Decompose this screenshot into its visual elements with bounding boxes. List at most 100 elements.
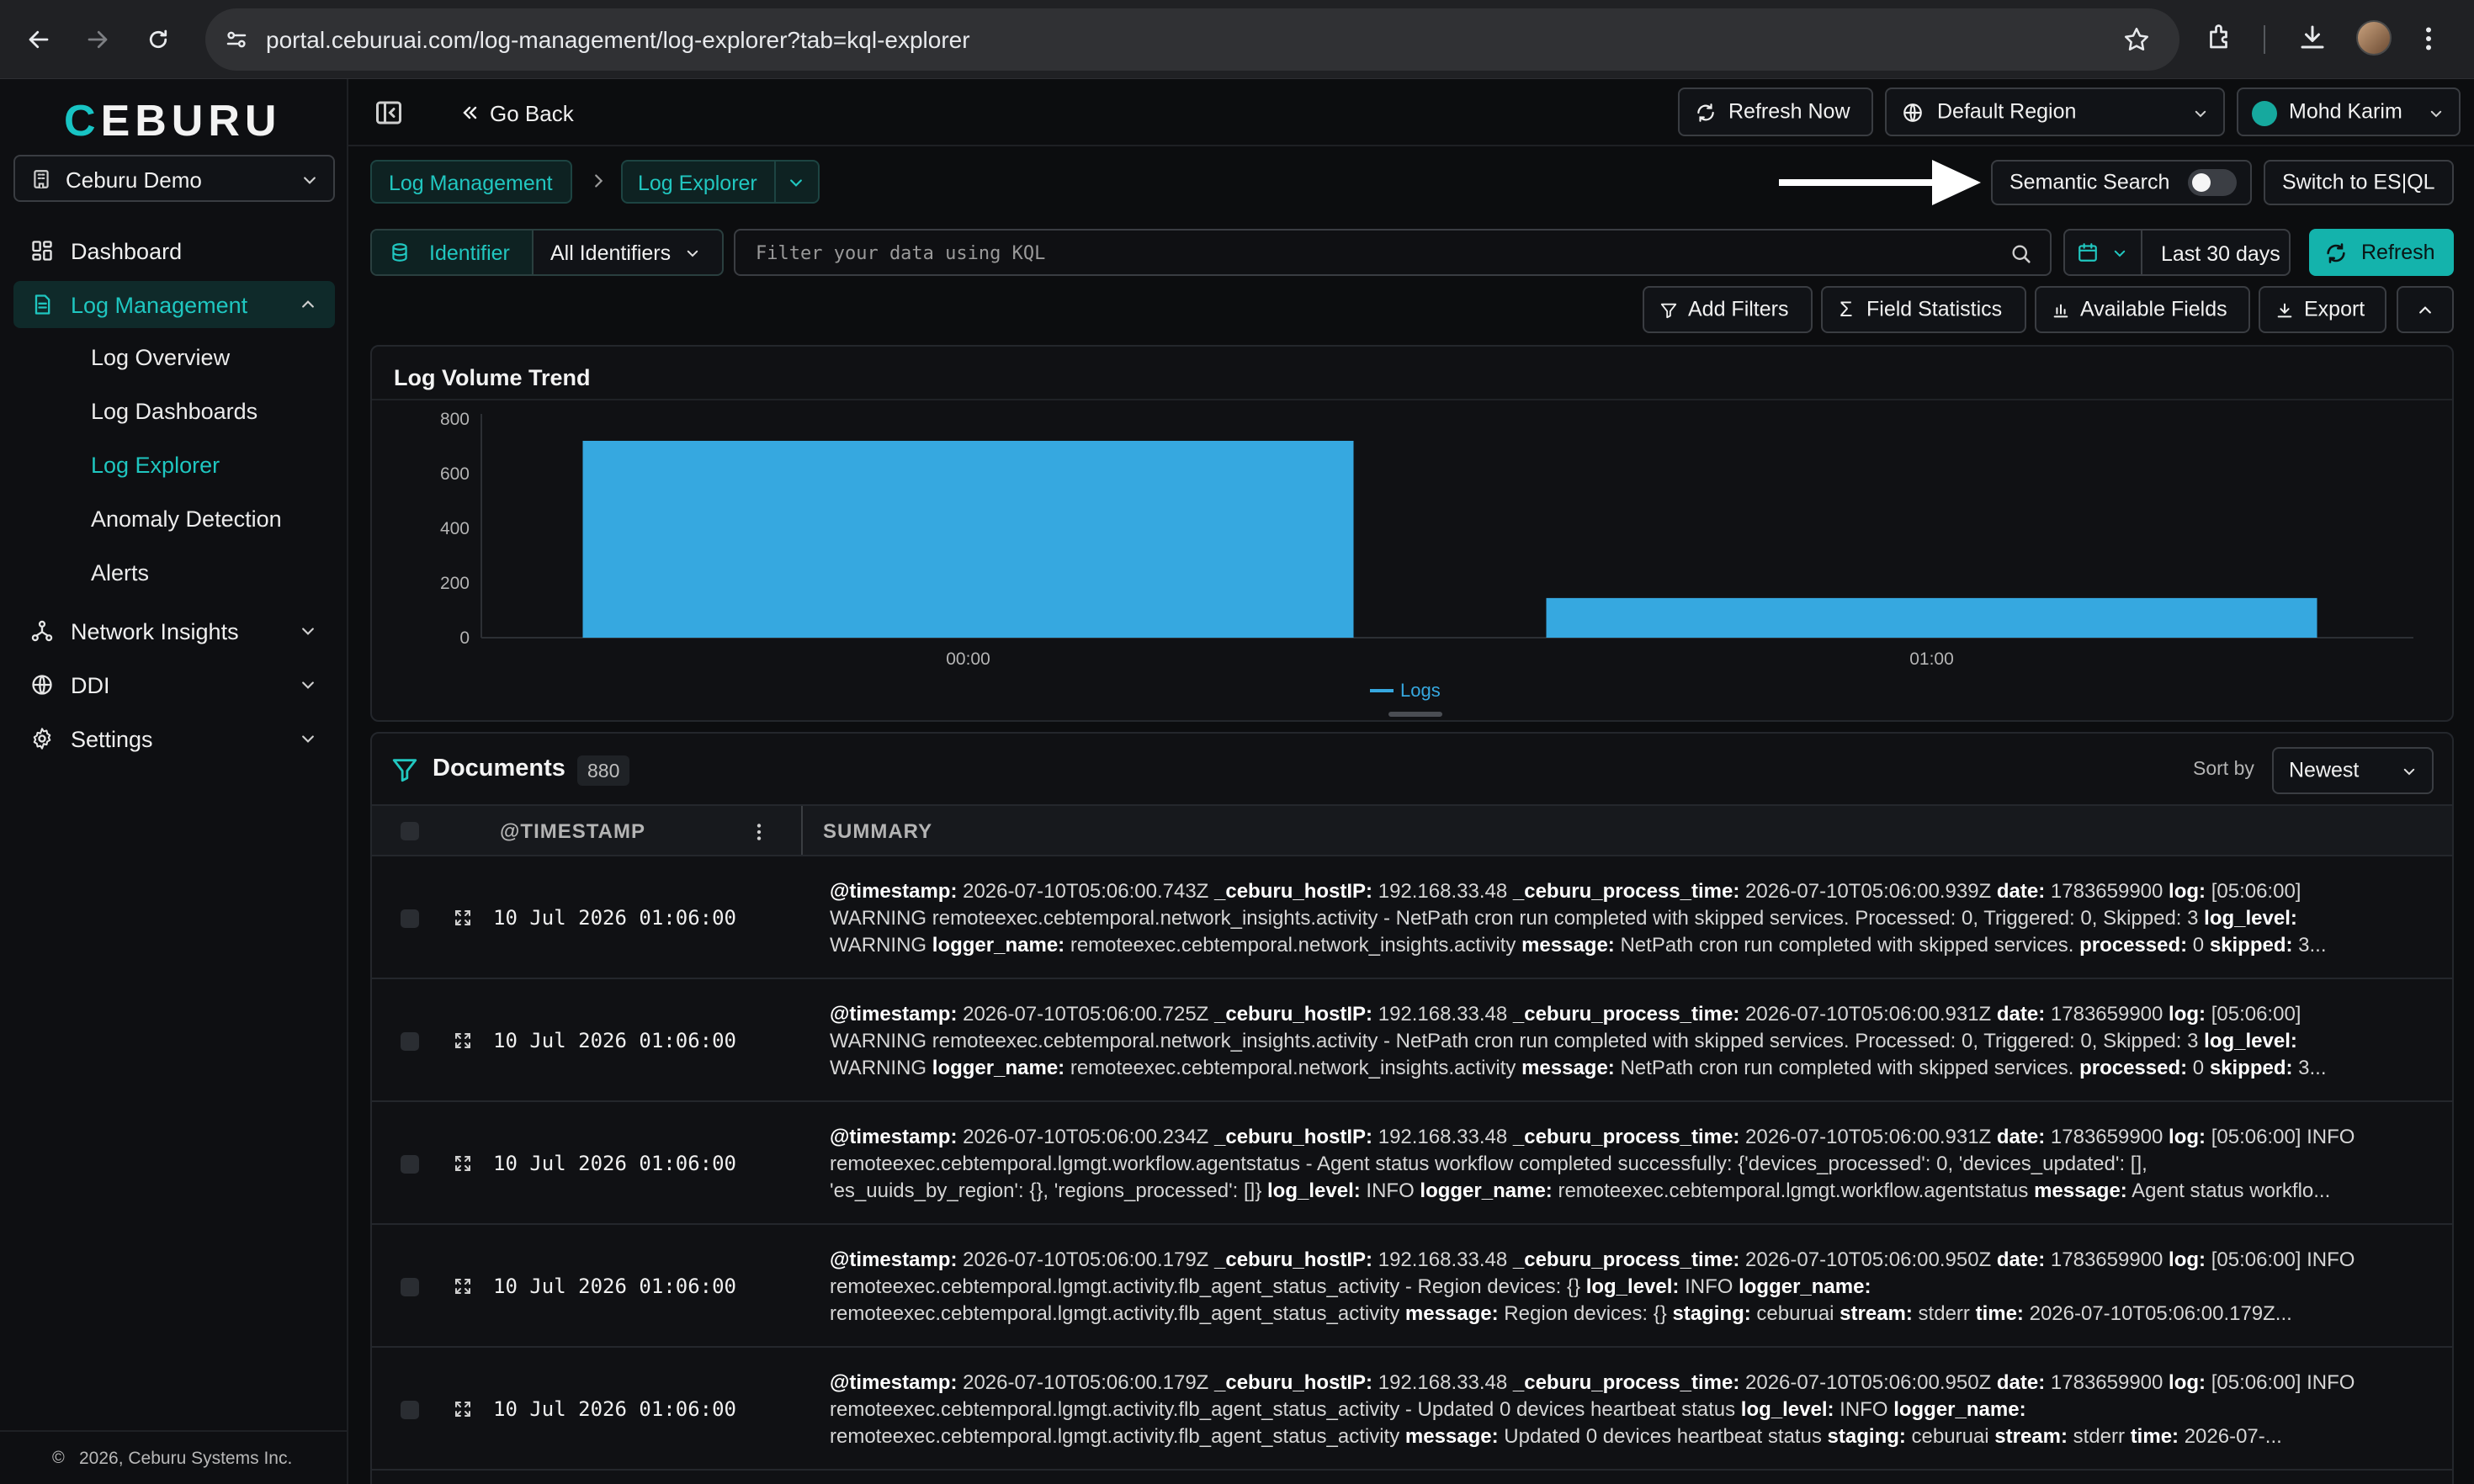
search-icon[interactable] bbox=[2009, 242, 2033, 266]
refresh-icon bbox=[1697, 103, 1714, 122]
row-summary[interactable]: @timestamp: 2026-07-10T05:06:00.234Z _ce… bbox=[830, 1124, 2412, 1205]
expand-icon[interactable] bbox=[453, 908, 473, 928]
row-summary[interactable]: @timestamp: 2026-07-10T05:06:00.725Z _ce… bbox=[830, 1001, 2412, 1082]
field-key: date: bbox=[1996, 880, 2046, 903]
sidebar-subitem-log-overview[interactable]: Log Overview bbox=[91, 345, 230, 371]
breadcrumb-log-management[interactable]: Log Management bbox=[370, 160, 572, 204]
export-label: Export bbox=[2304, 297, 2365, 321]
table-row[interactable]: 10 Jul 2026 01:06:00 @timestamp: 2026-07-… bbox=[372, 1102, 2452, 1225]
breadcrumb-log-explorer[interactable]: Log Explorer bbox=[621, 160, 820, 204]
expand-icon[interactable] bbox=[453, 1399, 473, 1419]
copyright-icon: © bbox=[52, 1449, 65, 1467]
browser-profile-avatar[interactable] bbox=[2356, 20, 2392, 56]
field-key: logger_name: bbox=[932, 934, 1065, 957]
refresh-button[interactable]: Refresh bbox=[2309, 229, 2454, 276]
url-text[interactable]: portal.ceburuai.com/log-management/log-e… bbox=[266, 27, 970, 54]
sidebar-item-label: Dashboard bbox=[71, 239, 183, 264]
row-summary[interactable]: @timestamp: 2026-07-10T05:06:00.743Z _ce… bbox=[830, 878, 2412, 959]
kql-search-field[interactable] bbox=[734, 229, 2052, 276]
row-summary[interactable]: @timestamp: 2026-07-10T05:06:00.179Z _ce… bbox=[830, 1370, 2412, 1450]
browser-menu-icon[interactable] bbox=[2424, 24, 2434, 54]
legend-label: Logs bbox=[1400, 680, 1441, 701]
collapse-sidebar-icon[interactable] bbox=[374, 98, 404, 128]
expand-icon[interactable] bbox=[453, 1031, 473, 1051]
table-row[interactable]: 10 Jul 2026 01:06:00 @timestamp: 2026-07-… bbox=[372, 1348, 2452, 1471]
row-checkbox[interactable] bbox=[401, 1155, 419, 1174]
field-value: remoteexec.cebtemporal.lgmgt.activity.fl… bbox=[830, 1275, 1586, 1298]
field-key: message: bbox=[1404, 1302, 1499, 1325]
table-row[interactable]: 10 Jul 2026 01:06:00 @timestamp: 2026-07-… bbox=[372, 979, 2452, 1102]
calendar-dropdown[interactable] bbox=[2065, 231, 2142, 274]
sidebar-item-dashboard[interactable]: Dashboard bbox=[13, 227, 335, 274]
row-checkbox[interactable] bbox=[401, 1278, 419, 1296]
field-value: 2026-07-10T05:06:00.179Z bbox=[957, 1248, 1214, 1271]
resize-handle[interactable] bbox=[1388, 712, 1442, 717]
toggle-switch[interactable] bbox=[2188, 169, 2237, 196]
sidebar-item-settings[interactable]: Settings bbox=[13, 715, 335, 762]
row-checkbox[interactable] bbox=[401, 1032, 419, 1051]
forward-arrow-icon[interactable] bbox=[77, 19, 118, 60]
table-row[interactable]: 10 Jul 2026 01:06:00 @timestamp: 2026-07-… bbox=[372, 1225, 2452, 1348]
expand-icon[interactable] bbox=[453, 1276, 473, 1296]
sort-select[interactable]: Newest bbox=[2272, 747, 2434, 794]
row-checkbox[interactable] bbox=[401, 1401, 419, 1419]
row-timestamp: 10 Jul 2026 01:06:00 bbox=[493, 1275, 736, 1298]
column-divider[interactable] bbox=[801, 806, 803, 855]
field-value: INFO bbox=[1679, 1275, 1739, 1298]
sort-value: Newest bbox=[2289, 758, 2360, 782]
field-key: staging: bbox=[1672, 1302, 1751, 1325]
column-menu-icon[interactable] bbox=[754, 821, 764, 843]
sidebar-subitem-log-dashboards[interactable]: Log Dashboards bbox=[91, 399, 257, 425]
sidebar-item-network-insights[interactable]: Network Insights bbox=[13, 607, 335, 655]
identifier-select[interactable]: Identifier All Identifiers bbox=[370, 229, 724, 276]
refresh-now-button[interactable]: Refresh Now bbox=[1678, 87, 1873, 136]
download-icon[interactable] bbox=[2297, 22, 2328, 52]
select-all-checkbox[interactable] bbox=[401, 822, 419, 840]
chevron-down-icon bbox=[300, 676, 316, 693]
chevron-up-icon bbox=[2419, 306, 2431, 314]
row-checkbox[interactable] bbox=[401, 909, 419, 928]
export-button[interactable]: Export bbox=[2259, 286, 2386, 333]
semantic-search-toggle[interactable]: Semantic Search bbox=[1991, 160, 2252, 205]
address-bar[interactable]: portal.ceburuai.com/log-management/log-e… bbox=[205, 8, 2179, 71]
summary-line: WARNING remoteexec.cebtemporal.network_i… bbox=[830, 905, 2412, 932]
expand-icon[interactable] bbox=[453, 1153, 473, 1174]
collapse-chart-button[interactable] bbox=[2397, 286, 2454, 333]
field-key: _ceburu_process_time: bbox=[1512, 1003, 1740, 1026]
extensions-icon[interactable] bbox=[2205, 22, 2235, 52]
date-range-picker[interactable]: Last 30 days bbox=[2063, 229, 2291, 276]
field-value: NetPath cron run completed with skipped … bbox=[1614, 934, 2080, 957]
ceburu-logo[interactable]: CEBURU bbox=[64, 96, 281, 146]
sidebar-subitem-log-explorer[interactable]: Log Explorer bbox=[91, 453, 220, 479]
back-arrow-icon[interactable] bbox=[19, 19, 59, 60]
table-row[interactable]: 10 Jul 2026 01:06:00 @timestamp: 2026-07-… bbox=[372, 856, 2452, 979]
sidebar-item-log-management[interactable]: Log Management bbox=[13, 281, 335, 328]
field-value: WARNING bbox=[830, 934, 932, 957]
bookmark-star-icon[interactable] bbox=[2122, 25, 2151, 54]
summary-line: WARNING logger_name: remoteexec.cebtempo… bbox=[830, 932, 2412, 959]
kql-search-input[interactable] bbox=[756, 239, 1984, 268]
column-header-timestamp[interactable]: @TIMESTAMP bbox=[500, 820, 645, 844]
organization-select[interactable]: Ceburu Demo bbox=[13, 155, 335, 202]
site-settings-icon[interactable] bbox=[224, 27, 249, 52]
refresh-now-label: Refresh Now bbox=[1728, 99, 1850, 124]
sidebar-item-ddi[interactable]: DDI bbox=[13, 661, 335, 708]
all-identifiers-label: All Identifiers bbox=[550, 241, 672, 265]
field-value: WARNING remoteexec.cebtemporal.network_i… bbox=[830, 1030, 2205, 1052]
user-menu[interactable]: Mohd Karim bbox=[2237, 87, 2461, 136]
reload-icon[interactable] bbox=[138, 19, 178, 60]
region-select[interactable]: Default Region bbox=[1885, 87, 2225, 136]
semantic-search-label: Semantic Search bbox=[2009, 170, 2170, 194]
switch-to-esql-button[interactable]: Switch to ES|QL bbox=[2264, 160, 2454, 205]
field-key: log: bbox=[2169, 1371, 2206, 1394]
add-filters-button[interactable]: Add Filters bbox=[1643, 286, 1813, 333]
field-statistics-button[interactable]: Σ Field Statistics bbox=[1821, 286, 2026, 333]
gear-icon bbox=[30, 727, 54, 750]
row-summary[interactable]: @timestamp: 2026-07-10T05:06:00.179Z _ce… bbox=[830, 1247, 2412, 1328]
available-fields-button[interactable]: Available Fields bbox=[2035, 286, 2250, 333]
summary-line: remoteexec.cebtemporal.lgmgt.workflow.ag… bbox=[830, 1151, 2412, 1178]
sidebar-subitem-alerts[interactable]: Alerts bbox=[91, 560, 149, 586]
chevron-down-icon[interactable] bbox=[788, 174, 804, 191]
refresh-icon bbox=[2327, 243, 2345, 263]
sidebar-subitem-anomaly-detection[interactable]: Anomaly Detection bbox=[91, 506, 282, 533]
